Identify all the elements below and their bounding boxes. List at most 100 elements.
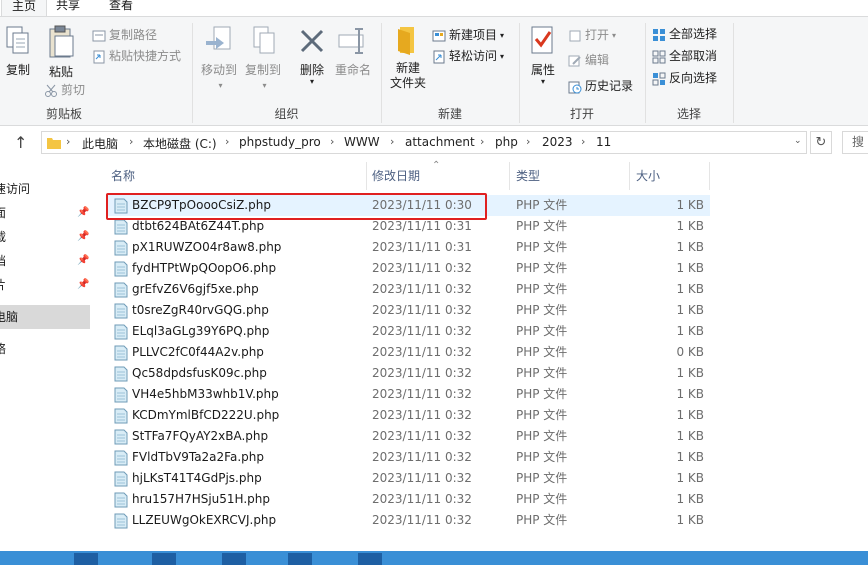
file-size: 1 KB <box>676 324 704 338</box>
taskbar-icon[interactable] <box>288 553 312 565</box>
cut-button[interactable]: 剪切 <box>44 80 85 100</box>
search-input[interactable]: 搜 <box>842 131 868 154</box>
select-all-icon <box>653 28 665 41</box>
history-button[interactable]: 历史记录 <box>568 76 633 96</box>
nav-item-desktop[interactable]: 面 📌 <box>0 201 90 225</box>
copy-button[interactable]: 复制 <box>4 25 32 78</box>
paste-button[interactable]: 粘贴 <box>44 25 78 80</box>
breadcrumb-this-pc[interactable]: 此电脑 <box>82 135 118 152</box>
nav-item-documents[interactable]: 档 📌 <box>0 249 90 273</box>
chevron-right-icon[interactable]: › <box>66 135 70 148</box>
copy-to-button[interactable]: 复制到 ▾ <box>243 25 283 92</box>
file-name: hru157H7HSju51H.php <box>132 492 271 506</box>
tab-view[interactable]: 查看 <box>99 0 143 16</box>
copy-to-label: 复制到 <box>244 63 281 77</box>
nav-item-quick-access[interactable]: 速访问 <box>0 177 90 201</box>
file-type: PHP 文件 <box>516 492 568 506</box>
copy-path-button[interactable]: 复制路径 <box>92 25 157 45</box>
column-header-name[interactable]: 名称 <box>111 165 135 188</box>
properties-button[interactable]: 属性 ▾ <box>526 25 560 86</box>
easy-access-button[interactable]: 轻松访问 ▾ <box>432 46 504 66</box>
chevron-right-icon[interactable]: › <box>480 135 484 148</box>
move-to-button[interactable]: 移动到 ▾ <box>199 25 239 92</box>
chevron-right-icon[interactable]: › <box>225 135 229 148</box>
taskbar-icon[interactable] <box>222 553 246 565</box>
file-size: 1 KB <box>676 366 704 380</box>
taskbar-icon[interactable] <box>152 553 176 565</box>
chevron-down-icon[interactable]: ⌄ <box>794 136 802 146</box>
copy-label: 复制 <box>5 63 30 77</box>
file-row[interactable]: Qc58dpdsfusK09c.php 2023/11/11 0:32 PHP 文件… <box>106 363 710 384</box>
up-arrow-icon[interactable]: ↑ <box>14 133 27 152</box>
php-file-icon <box>114 408 128 424</box>
open-button[interactable]: 打开 ▾ <box>568 25 616 45</box>
file-row[interactable]: grEfvZ6V6gjf5xe.php 2023/11/11 0:32 PHP 文件… <box>106 279 710 300</box>
file-row[interactable]: pX1RUWZO04r8aw8.php 2023/11/11 0:31 PHP 文件… <box>106 237 710 258</box>
file-row[interactable]: PLLVC2fC0f44A2v.php 2023/11/11 0:32 PHP 文件… <box>106 342 710 363</box>
breadcrumb-11[interactable]: 11 <box>596 135 611 149</box>
delete-button[interactable]: 删除 ▾ <box>297 25 327 86</box>
php-file-icon <box>114 345 128 361</box>
scissors-icon <box>45 84 57 97</box>
column-header-size[interactable]: 大小 <box>636 165 660 188</box>
breadcrumb-www[interactable]: WWW <box>344 135 380 149</box>
breadcrumb-phpstudy[interactable]: phpstudy_pro <box>239 135 321 149</box>
nav-item-label: 络 <box>0 342 7 356</box>
file-row[interactable]: hjLKsT41T4GdPjs.php 2023/11/11 0:32 PHP 文件… <box>106 468 710 489</box>
address-bar[interactable]: › 此电脑 › 本地磁盘 (C:) › phpstudy_pro › WWW ›… <box>41 131 807 154</box>
breadcrumb-attachment[interactable]: attachment <box>405 135 475 149</box>
file-type: PHP 文件 <box>516 429 568 443</box>
file-row[interactable]: FVldTbV9Ta2a2Fa.php 2023/11/11 0:32 PHP 文件… <box>106 447 710 468</box>
nav-item-network[interactable]: 络 <box>0 337 90 361</box>
copy-to-icon <box>253 26 275 54</box>
column-divider[interactable] <box>509 162 510 190</box>
file-row[interactable]: StTFa7FQyAY2xBA.php 2023/11/11 0:32 PHP 文件… <box>106 426 710 447</box>
column-header-type[interactable]: 类型 <box>516 165 540 188</box>
history-icon <box>568 81 582 93</box>
breadcrumb-local-disk[interactable]: 本地磁盘 (C:) <box>143 135 217 152</box>
taskbar-icon[interactable] <box>74 553 98 565</box>
file-type: PHP 文件 <box>516 198 568 212</box>
chevron-right-icon[interactable]: › <box>129 135 133 148</box>
chevron-right-icon[interactable]: › <box>390 135 394 148</box>
file-row[interactable]: hru157H7HSju51H.php 2023/11/11 0:32 PHP 文件… <box>106 489 710 510</box>
file-row[interactable]: KCDmYmlBfCD222U.php 2023/11/11 0:32 PHP 文件… <box>106 405 710 426</box>
column-divider[interactable] <box>366 162 367 190</box>
select-none-button[interactable]: 全部取消 <box>652 46 717 66</box>
chevron-right-icon[interactable]: › <box>330 135 334 148</box>
file-row[interactable]: fydHTPtWpQOopO6.php 2023/11/11 0:32 PHP 文件… <box>106 258 710 279</box>
nav-item-pictures[interactable]: 片 📌 <box>0 273 90 297</box>
new-item-label: 新建项目 <box>449 28 498 42</box>
nav-item-downloads[interactable]: 载 📌 <box>0 225 90 249</box>
nav-item-this-pc[interactable]: 电脑 <box>0 305 90 329</box>
column-divider[interactable] <box>709 162 710 190</box>
column-divider[interactable] <box>629 162 630 190</box>
chevron-right-icon[interactable]: › <box>581 135 585 148</box>
taskbar-icon[interactable] <box>358 553 382 565</box>
tab-home[interactable]: 主页 <box>1 0 48 16</box>
paste-shortcut-button[interactable]: 粘贴快捷方式 <box>92 46 181 66</box>
navigation-pane: 速访问 面 📌 载 📌 档 📌 片 📌 电脑 络 <box>0 159 100 551</box>
tab-share[interactable]: 共享 <box>46 0 90 16</box>
select-all-button[interactable]: 全部选择 <box>652 24 717 44</box>
new-folder-button[interactable]: 新建 文件夹 <box>388 25 428 91</box>
column-header-date[interactable]: 修改日期 <box>372 165 420 188</box>
breadcrumb-2023[interactable]: 2023 <box>542 135 573 149</box>
new-item-button[interactable]: 新建项目 ▾ <box>432 25 504 45</box>
file-date: 2023/11/11 0:32 <box>372 429 472 443</box>
breadcrumb-php[interactable]: php <box>495 135 518 149</box>
chevron-right-icon[interactable]: › <box>526 135 530 148</box>
move-to-label: 移动到 <box>200 63 237 77</box>
file-row[interactable]: VH4e5hbM33whb1V.php 2023/11/11 0:32 PHP 文件… <box>106 384 710 405</box>
edit-button[interactable]: 编辑 <box>568 50 609 70</box>
file-row[interactable]: LLZEUWgOkEXRCVJ.php 2023/11/11 0:32 PHP 文件… <box>106 510 710 531</box>
invert-selection-button[interactable]: 反向选择 <box>652 68 717 88</box>
rename-button[interactable]: 重命名 <box>333 25 373 78</box>
cut-label: 剪切 <box>61 83 86 97</box>
file-row[interactable]: t0sreZgR40rvGQG.php 2023/11/11 0:32 PHP 文件… <box>106 300 710 321</box>
refresh-icon[interactable]: ↻ <box>810 131 832 154</box>
file-type: PHP 文件 <box>516 471 568 485</box>
paste-icon <box>49 25 74 58</box>
file-size: 1 KB <box>676 513 704 527</box>
file-row[interactable]: ELql3aGLg39Y6PQ.php 2023/11/11 0:32 PHP 文件… <box>106 321 710 342</box>
